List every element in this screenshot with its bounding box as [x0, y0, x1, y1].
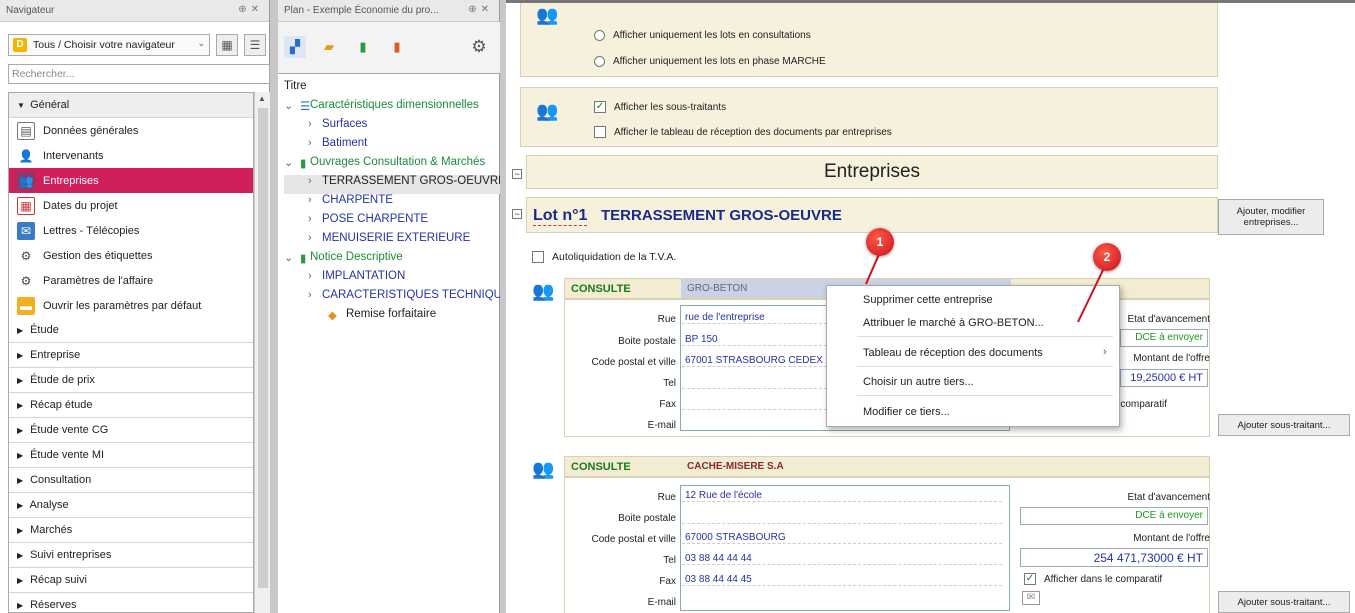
callout-2-arrow: [1077, 267, 1105, 323]
callout-arrows: [865, 251, 1105, 323]
callout-1-arrow: [865, 251, 881, 285]
callout-1: 1: [866, 228, 894, 256]
callout-2: 2: [1093, 243, 1121, 271]
